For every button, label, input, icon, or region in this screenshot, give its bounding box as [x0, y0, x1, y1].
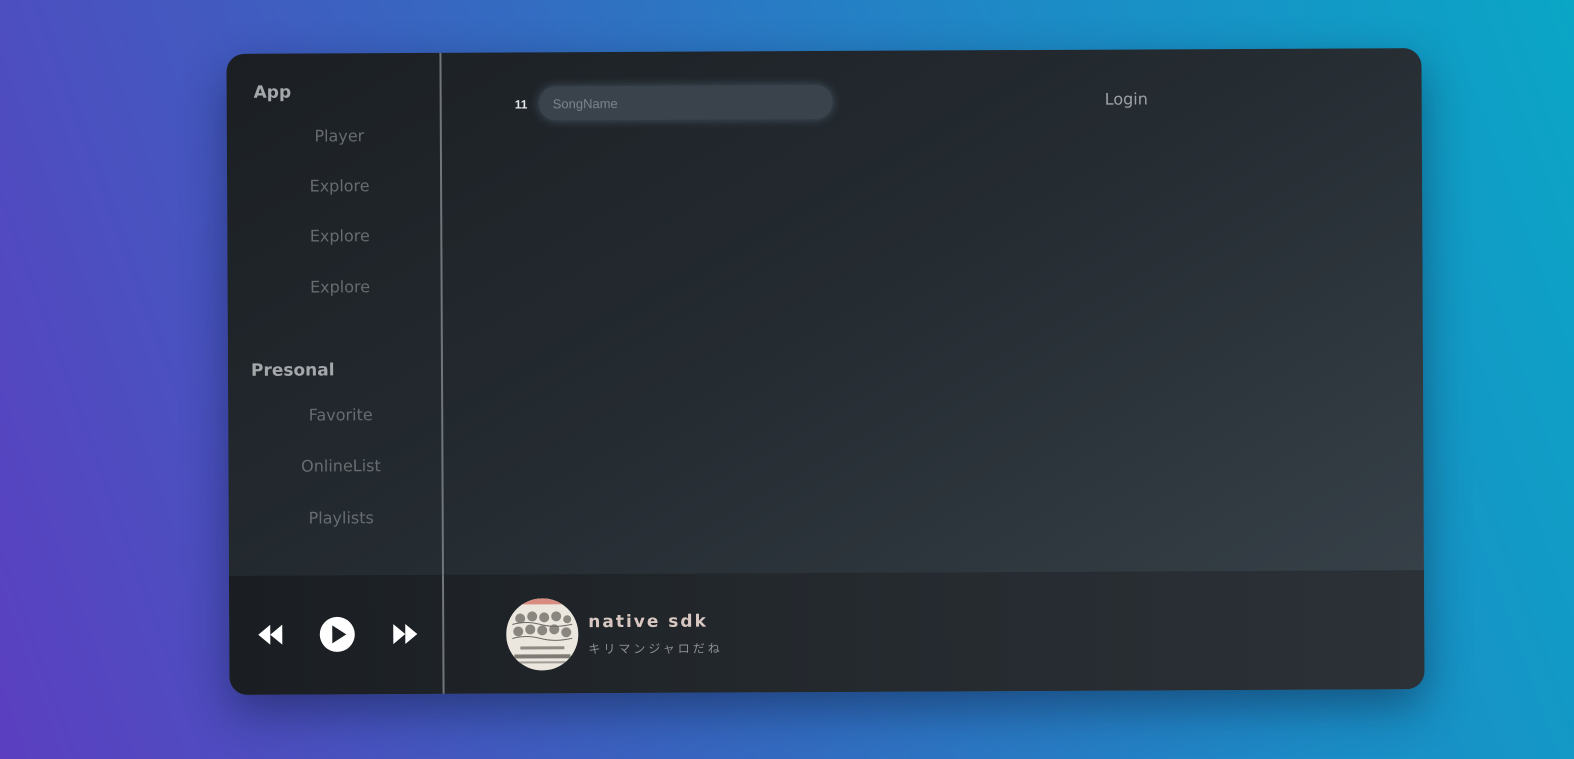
nav-item-explore[interactable]: Explore [234, 277, 447, 297]
track-title: native sdk [588, 611, 708, 633]
section-title-personal: Presonal [250, 360, 335, 381]
player-bar: native sdk キリマンジャロだね [228, 570, 1425, 695]
fast-forward-icon[interactable] [392, 622, 418, 650]
sidebar: App Player Explore Explore Explore Preso… [226, 52, 447, 576]
nav-item-player[interactable]: Player [233, 126, 446, 146]
album-cover [506, 598, 579, 671]
play-icon[interactable] [319, 616, 355, 656]
nav-item-explore[interactable]: Explore [233, 226, 446, 246]
nav-item-onlinelist[interactable]: OnlineList [234, 456, 447, 476]
rewind-icon[interactable] [257, 623, 283, 651]
search-input[interactable] [538, 84, 833, 121]
song-count: 11 [514, 97, 528, 112]
main-content: 11 Login [441, 48, 1424, 575]
playback-controls [228, 574, 445, 695]
login-button[interactable]: Login [1105, 89, 1148, 108]
section-title-app: App [253, 82, 292, 103]
track-artist: キリマンジャロだね [588, 641, 723, 657]
nav-item-favorite[interactable]: Favorite [234, 405, 447, 425]
nav-item-playlists[interactable]: Playlists [235, 508, 448, 528]
app-window: App Player Explore Explore Explore Preso… [226, 48, 1425, 695]
nav-item-explore[interactable]: Explore [233, 176, 446, 196]
